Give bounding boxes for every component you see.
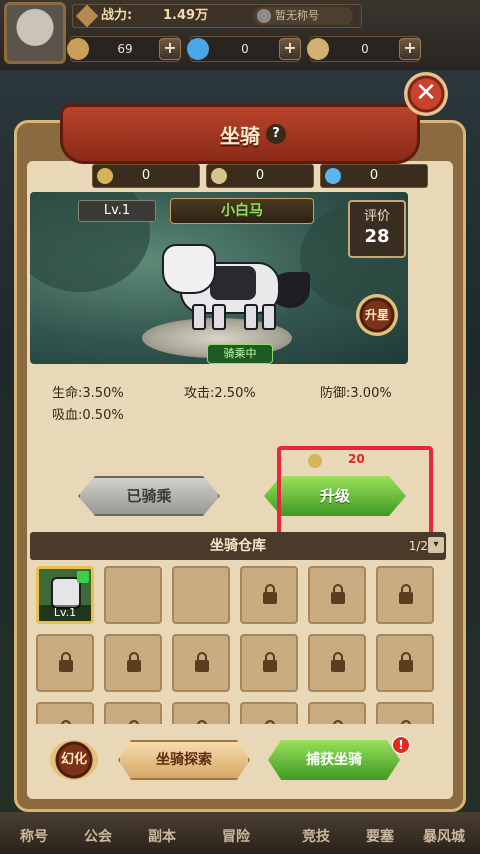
capture-button[interactable]: 捕获坐骑 [268, 740, 400, 780]
diamond-value: 0 [241, 42, 249, 56]
scroll-resource: 0 + [307, 36, 421, 62]
slot-level: Lv.1 [39, 605, 91, 621]
explore-button[interactable]: 坐骑探索 [118, 740, 250, 780]
power-label: 战力: [101, 8, 133, 23]
stat-hp: 生命:3.50% [52, 382, 124, 401]
horse-saddle [210, 266, 256, 300]
stat-defense: 防御:3.00% [320, 382, 392, 401]
wheat-value: 0 [141, 168, 151, 183]
nav-arena[interactable]: 竞技 [286, 826, 346, 846]
ridden-button[interactable]: 已骑乘 [78, 476, 220, 516]
locked-slot[interactable] [240, 702, 298, 724]
gem-icon [325, 168, 341, 184]
horse-leg [244, 304, 258, 330]
wheat-icon [97, 168, 113, 184]
filter-dropdown-icon[interactable]: ▾ [428, 537, 444, 553]
stat-label: 吸血: [52, 408, 83, 423]
locked-slot[interactable] [376, 702, 434, 724]
wheat-material: 0 [92, 164, 200, 188]
add-scroll-button[interactable]: + [399, 38, 421, 60]
locked-slot[interactable] [308, 702, 366, 724]
locked-slot[interactable] [308, 634, 366, 692]
coin-icon [67, 38, 89, 60]
power-icon [75, 4, 99, 28]
alert-badge: ! [392, 736, 410, 754]
transform-button[interactable]: 幻化 [50, 740, 98, 780]
power-bar: 战力: 1.49万 暂无称号 [72, 4, 362, 28]
resource-row: 69 + 0 + 0 + [67, 36, 480, 62]
nav-dungeon[interactable]: 副本 [132, 826, 192, 846]
coin-value: 69 [117, 42, 133, 56]
nav-adventure[interactable]: 冒险 [206, 826, 266, 846]
close-button[interactable]: ✕ [404, 72, 448, 116]
locked-slot[interactable] [376, 566, 434, 624]
rating-box: 评价 28 [348, 200, 406, 258]
locked-slot[interactable] [172, 702, 230, 724]
bottom-nav: 称号 公会 副本 冒险 竞技 要塞 暴风城 [0, 812, 480, 854]
title-tag[interactable]: 暂无称号 [253, 7, 353, 25]
gem-value: 0 [369, 168, 379, 183]
stat-lifesteal: 吸血:0.50% [52, 404, 124, 423]
stat-attack: 攻击:2.50% [184, 382, 256, 401]
scroll-value: 0 [361, 42, 369, 56]
avatar[interactable] [4, 2, 66, 64]
top-bar: 战力: 1.49万 暂无称号 69 + 0 + 0 + [0, 0, 480, 70]
warehouse-header: 坐骑仓库 1/2 ▾ [30, 532, 446, 560]
nav-title[interactable]: 称号 [4, 826, 64, 846]
coin-resource: 69 + [67, 36, 181, 62]
mount-slot[interactable]: Lv.1 [36, 566, 94, 624]
equipped-icon [77, 571, 89, 583]
warehouse-grid: Lv.1 [36, 566, 440, 724]
stat-value: 3.00% [350, 386, 392, 401]
warehouse-page: 1/2 [408, 539, 428, 553]
nav-guild[interactable]: 公会 [68, 826, 128, 846]
butterfly-icon [211, 168, 227, 184]
empty-slot[interactable] [104, 566, 162, 624]
stat-label: 生命: [52, 386, 83, 401]
locked-slot[interactable] [172, 634, 230, 692]
add-coin-button[interactable]: + [159, 38, 181, 60]
mount-level: Lv.1 [78, 200, 156, 222]
material-row: 0 0 0 [0, 164, 480, 190]
rating-value: 28 [364, 226, 390, 247]
locked-slot[interactable] [36, 702, 94, 724]
locked-slot[interactable] [308, 566, 366, 624]
title-tag-text: 暂无称号 [275, 9, 319, 22]
locked-slot[interactable] [36, 634, 94, 692]
locked-slot[interactable] [376, 634, 434, 692]
star-up-button[interactable]: 升星 [356, 294, 398, 336]
butterfly-material: 0 [206, 164, 314, 188]
add-diamond-button[interactable]: + [279, 38, 301, 60]
locked-slot[interactable] [240, 566, 298, 624]
horse-head [162, 244, 216, 294]
help-icon[interactable]: ? [266, 124, 286, 144]
rating-label: 评价 [363, 209, 390, 224]
horse-leg [262, 304, 276, 330]
nav-stormwind[interactable]: 暴风城 [414, 826, 474, 846]
horse-leg [192, 304, 206, 330]
stat-label: 防御: [320, 386, 351, 401]
stat-value: 2.50% [214, 386, 256, 401]
riding-status-badge: 骑乘中 [207, 344, 273, 364]
empty-slot[interactable] [172, 566, 230, 624]
stat-value: 3.50% [82, 386, 124, 401]
gem-material: 0 [320, 164, 428, 188]
scroll-icon [307, 38, 329, 60]
locked-slot[interactable] [104, 702, 162, 724]
locked-slot[interactable] [240, 634, 298, 692]
stat-value: 0.50% [82, 408, 124, 423]
locked-slot[interactable] [104, 634, 162, 692]
panel-title: 坐骑 [220, 124, 260, 148]
nav-fortress[interactable]: 要塞 [350, 826, 410, 846]
warehouse-title: 坐骑仓库 [210, 538, 266, 554]
power-value: 1.49万 [163, 8, 209, 23]
horse-leg [212, 304, 226, 330]
diamond-resource: 0 + [187, 36, 301, 62]
title-icon [257, 9, 271, 23]
mount-name: 小白马 [170, 198, 314, 224]
stat-label: 攻击: [184, 386, 215, 401]
diamond-icon [187, 38, 209, 60]
butterfly-value: 0 [255, 168, 265, 183]
